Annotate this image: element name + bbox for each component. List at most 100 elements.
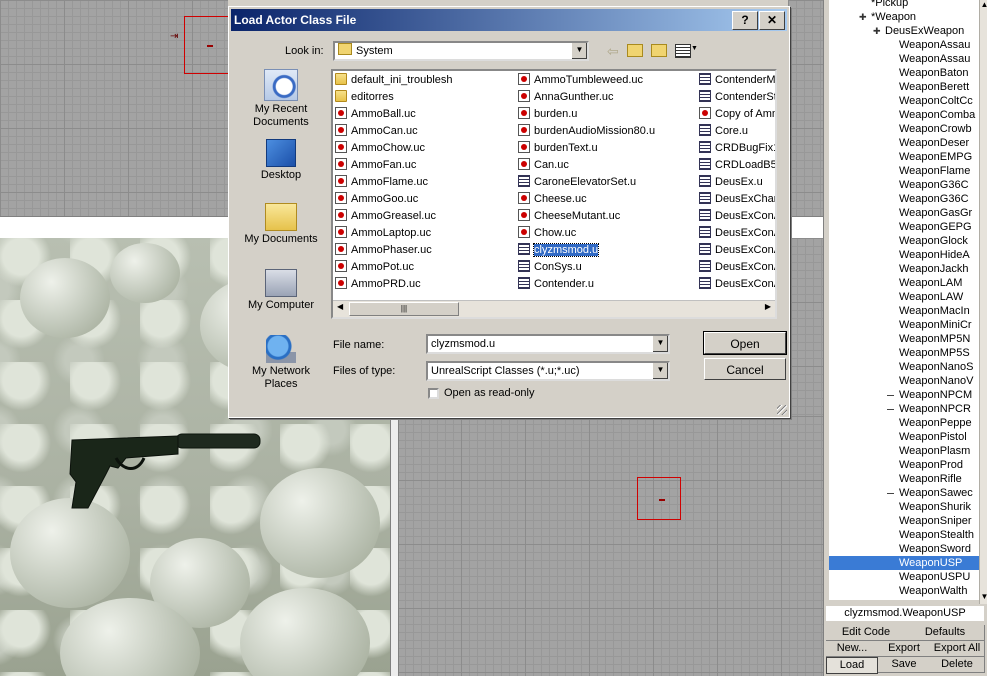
file-item[interactable]: AmmoPRD.uc <box>335 277 511 292</box>
place-my-computer[interactable]: My Computer <box>235 269 327 312</box>
file-item[interactable]: DeusExConAu <box>699 277 775 292</box>
tree-scrollbar[interactable]: ▲ ▼ <box>979 0 987 604</box>
file-item[interactable]: AmmoTumbleweed.uc <box>518 73 694 88</box>
chevron-down-icon[interactable]: ▼ <box>571 43 587 59</box>
collapse-minus-icon[interactable] <box>887 395 894 396</box>
new-button[interactable]: New... <box>826 641 879 657</box>
tree-item[interactable]: WeaponMacIn <box>899 304 970 318</box>
tree-item[interactable]: WeaponEMPG <box>899 150 972 164</box>
file-item[interactable]: Contender.u <box>518 277 694 292</box>
file-item[interactable]: Core.u <box>699 124 775 139</box>
read-only-label[interactable]: Open as read-only <box>444 387 535 399</box>
tree-item[interactable]: WeaponPlasm <box>899 444 970 458</box>
open-button[interactable]: Open <box>703 331 787 355</box>
export-all-button[interactable]: Export All <box>930 641 985 657</box>
tree-item[interactable]: WeaponDeser <box>899 136 969 150</box>
tree-item[interactable]: WeaponColtCc <box>899 94 973 108</box>
file-item[interactable]: ContenderMus <box>699 73 775 88</box>
view-menu-icon[interactable] <box>675 44 691 58</box>
tree-item[interactable]: WeaponNanoS <box>899 360 973 374</box>
cancel-button[interactable]: Cancel <box>704 358 786 380</box>
file-item[interactable]: Copy of Ammo <box>699 107 775 122</box>
file-item[interactable]: DeusExConAu <box>699 260 775 275</box>
file-item[interactable]: burden.u <box>518 107 694 122</box>
view-menu-dropdown-icon[interactable]: ▼ <box>691 45 698 52</box>
file-item[interactable]: ConSys.u <box>518 260 694 275</box>
place-my-documents[interactable]: My Documents <box>235 203 327 246</box>
export-button[interactable]: Export <box>878 641 931 657</box>
tree-item[interactable]: WeaponNPCM <box>887 388 972 402</box>
file-item[interactable]: AmmoChow.uc <box>335 141 511 156</box>
close-button[interactable]: ✕ <box>759 11 785 30</box>
pistol-model[interactable] <box>66 428 262 512</box>
chevron-down-icon[interactable]: ▼ <box>652 363 668 379</box>
side-viewport[interactable] <box>397 416 823 676</box>
edit-code-button[interactable]: Edit Code <box>826 625 907 641</box>
file-item[interactable]: DeusExCharac <box>699 192 775 207</box>
read-only-checkbox[interactable] <box>428 388 439 399</box>
file-name-input[interactable]: clyzmsmod.u ▼ <box>426 334 670 354</box>
defaults-button[interactable]: Defaults <box>906 625 985 641</box>
place-desktop[interactable]: Desktop <box>235 139 327 182</box>
tree-item[interactable]: WeaponComba <box>899 108 975 122</box>
scroll-thumb[interactable]: ||| <box>349 302 459 316</box>
file-item[interactable]: AmmoFlame.uc <box>335 175 511 190</box>
tree-item[interactable]: WeaponAssau <box>899 52 970 66</box>
tree-item[interactable]: WeaponPeppe <box>899 416 972 430</box>
tree-item[interactable]: WeaponSniper <box>899 514 972 528</box>
save-button[interactable]: Save <box>878 657 931 673</box>
up-folder-icon[interactable] <box>627 44 643 57</box>
tree-item[interactable]: WeaponMiniCr <box>899 318 972 332</box>
files-of-type-select[interactable]: UnrealScript Classes (*.u;*.uc) ▼ <box>426 361 670 381</box>
dialog-titlebar[interactable]: Load Actor Class File ? ✕ <box>231 9 787 31</box>
tree-item[interactable]: WeaponFlame <box>899 164 970 178</box>
tree-item[interactable]: WeaponGEPG <box>899 220 972 234</box>
tree-item[interactable]: WeaponUSPU <box>899 570 970 584</box>
tree-item[interactable]: WeaponNPCR <box>887 402 971 416</box>
file-item[interactable]: DeusExConAu <box>699 209 775 224</box>
new-folder-icon[interactable] <box>651 44 667 57</box>
tree-item[interactable]: ✚ DeusExWeapon <box>873 24 964 38</box>
expand-plus-icon[interactable]: ✚ <box>859 10 867 24</box>
scroll-right-icon[interactable]: ▶ <box>765 302 771 311</box>
file-item[interactable]: CaroneElevatorSet.u <box>518 175 694 190</box>
file-item[interactable]: CRDBugFix1b5 <box>699 141 775 156</box>
file-item[interactable]: DeusExConAu <box>699 243 775 258</box>
top-viewport-right[interactable] <box>788 0 823 216</box>
file-item[interactable]: CRDLoadB5.u <box>699 158 775 173</box>
tree-item[interactable]: WeaponBerett <box>899 80 969 94</box>
collapse-minus-icon[interactable] <box>887 409 894 410</box>
file-item[interactable]: editorres <box>335 90 511 105</box>
file-item[interactable]: DeusExConAu <box>699 226 775 241</box>
file-item[interactable]: AmmoBall.uc <box>335 107 511 122</box>
file-item[interactable]: AmmoCan.uc <box>335 124 511 139</box>
file-item[interactable]: AmmoPot.uc <box>335 260 511 275</box>
tree-item[interactable]: WeaponG36C <box>899 178 969 192</box>
file-item[interactable]: AmmoGreasel.uc <box>335 209 511 224</box>
tree-item[interactable]: WeaponRifle <box>899 472 962 486</box>
file-item[interactable]: AmmoGoo.uc <box>335 192 511 207</box>
actor-selection-box-side[interactable] <box>637 477 681 520</box>
file-item[interactable]: burdenText.u <box>518 141 694 156</box>
load-button[interactable]: Load <box>826 657 878 674</box>
file-list-hscrollbar[interactable]: ◀ ||| ▶ <box>333 300 775 317</box>
file-list[interactable]: default_ini_troublesh editorres AmmoBall.u… <box>331 69 777 319</box>
file-item[interactable]: default_ini_troublesh <box>335 73 511 88</box>
tree-item[interactable]: WeaponG36C <box>899 192 969 206</box>
tree-item[interactable]: WeaponSawec <box>887 486 973 500</box>
tree-item[interactable]: WeaponHideA <box>899 248 970 262</box>
resize-grip-icon[interactable] <box>777 405 787 415</box>
scroll-up-icon[interactable]: ▲ <box>980 0 987 9</box>
expand-plus-icon[interactable]: ✚ <box>873 24 881 38</box>
tree-item[interactable]: WeaponLAM <box>899 276 962 290</box>
file-item[interactable]: AmmoLaptop.uc <box>335 226 511 241</box>
file-item[interactable]: AmmoFan.uc <box>335 158 511 173</box>
file-item[interactable]: burdenAudioMission80.u <box>518 124 694 139</box>
actor-selection-box-top[interactable] <box>184 16 230 74</box>
file-item[interactable]: AmmoPhaser.uc <box>335 243 511 258</box>
file-item[interactable]: Can.uc <box>518 158 694 173</box>
tree-item[interactable]: *Pickup <box>871 0 908 10</box>
tree-item[interactable]: WeaponGasGr <box>899 206 972 220</box>
scroll-left-icon[interactable]: ◀ <box>337 302 343 311</box>
tree-item[interactable]: WeaponMP5N <box>899 332 970 346</box>
